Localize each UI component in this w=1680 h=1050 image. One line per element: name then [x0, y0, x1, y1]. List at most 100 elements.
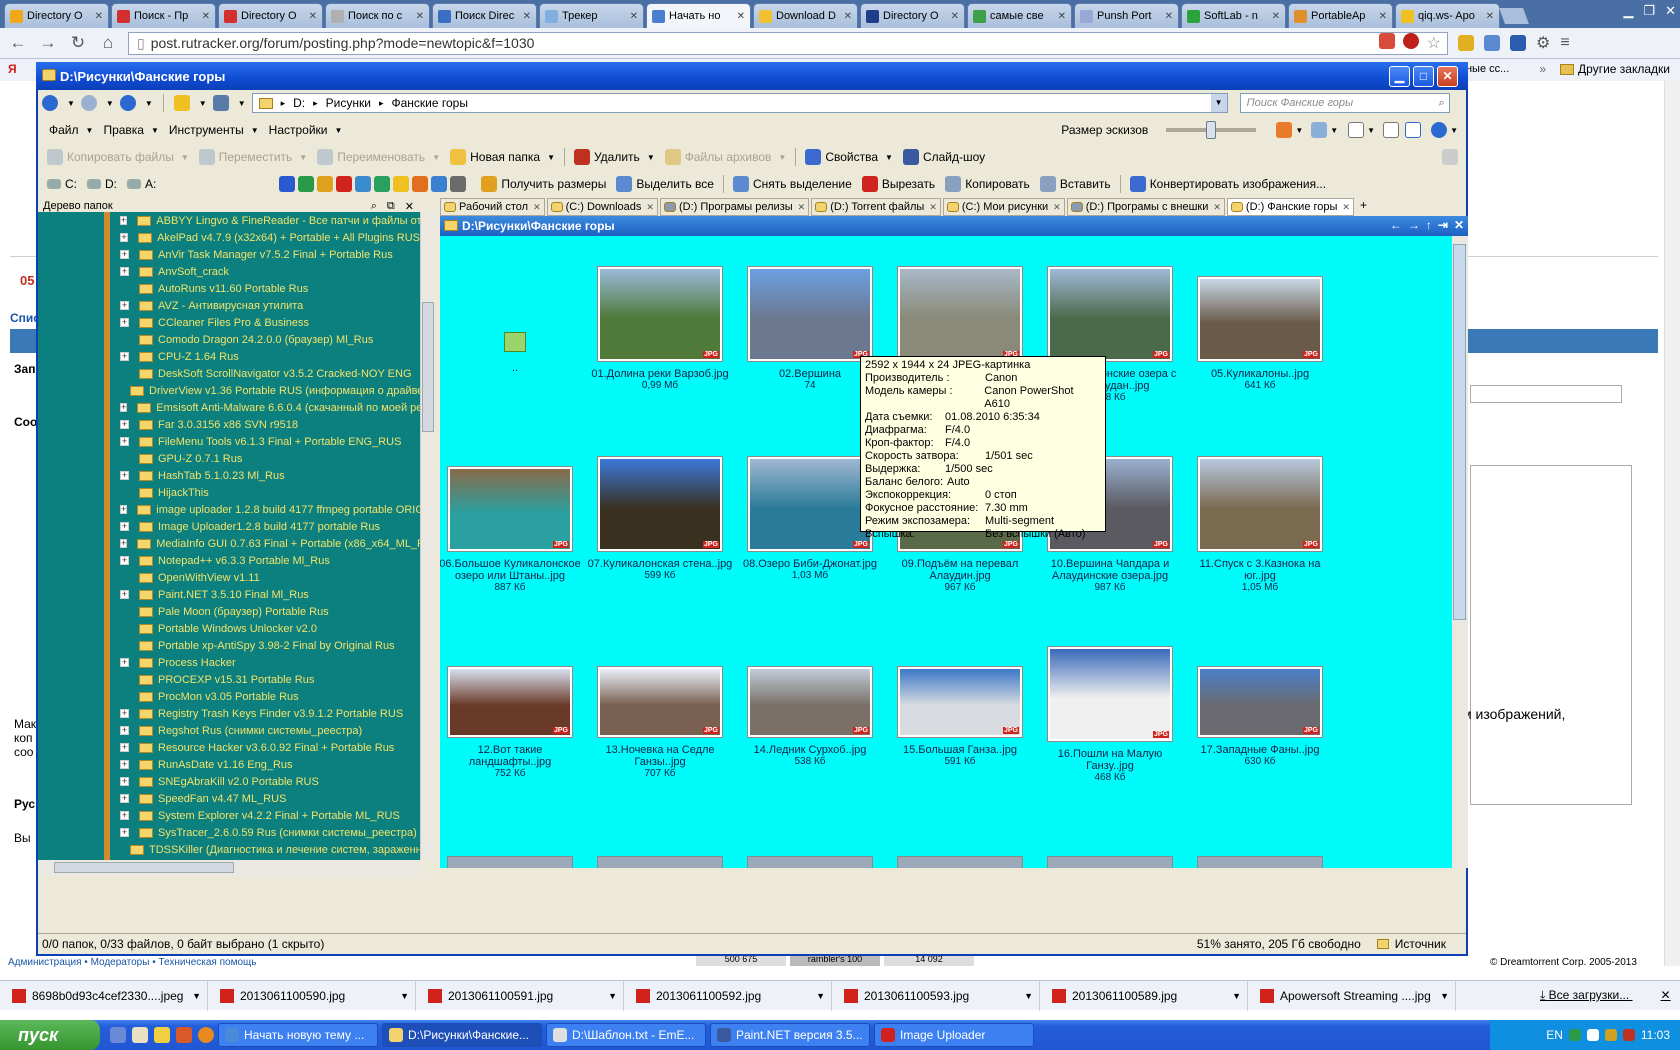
chevron-down-icon[interactable]: ▼	[1295, 126, 1303, 135]
close-icon[interactable]: ✕	[646, 202, 654, 213]
chevron-down-icon[interactable]: ▼	[432, 153, 440, 162]
forward-icon[interactable]: →	[38, 33, 58, 53]
browser-tab[interactable]: Поиск - Пр ✕	[111, 3, 216, 28]
tree-item[interactable]: + HashTab 5.1.0.23 Ml_Rus	[38, 467, 420, 484]
expand-icon[interactable]: +	[120, 522, 129, 531]
chevron-down-icon[interactable]: ▼	[778, 153, 786, 162]
tree-item[interactable]: DriverView v1.36 Portable RUS (информаци…	[38, 382, 420, 399]
partial-thumbnail[interactable]	[1047, 856, 1173, 868]
expand-icon[interactable]: +	[120, 233, 129, 242]
chevron-down-icon[interactable]: ▼	[1232, 991, 1241, 1001]
tree-item[interactable]: + Registry Trash Keys Finder v3.9.1.2 Por…	[38, 705, 420, 722]
adblock-icon[interactable]	[1402, 33, 1419, 49]
menu-edit[interactable]: Правка ▼	[98, 123, 163, 137]
tree-item[interactable]: + FileMenu Tools v6.1.3 Final + Portable …	[38, 433, 420, 450]
download-item[interactable]: 8698b0d93c4cef2330....jpeg ▼	[0, 980, 208, 1011]
favorites-star-icon[interactable]	[173, 95, 190, 111]
chevron-down-icon[interactable]: ▼	[181, 153, 189, 162]
toolbar-extra-icon[interactable]	[1442, 149, 1458, 165]
tree-item[interactable]: + Process Hacker	[38, 654, 420, 671]
folder-tab[interactable]: (C:) Мои рисунки ✕	[942, 198, 1065, 216]
close-icon[interactable]: ✕	[533, 202, 541, 213]
view-mode-icon[interactable]	[1276, 122, 1293, 138]
tree-item[interactable]: + AnvSoft_crack	[38, 263, 420, 280]
close-icon[interactable]: ✕	[1454, 218, 1464, 232]
action-button[interactable]: Конвертировать изображения...	[1125, 175, 1331, 192]
menu-icon[interactable]: ≡	[1560, 34, 1569, 52]
language-indicator[interactable]: EN	[1546, 1028, 1563, 1042]
add-tab-icon[interactable]: +	[1360, 198, 1367, 216]
chevron-down-icon[interactable]: ▼	[199, 99, 207, 108]
thumb-size-slider[interactable]	[1166, 121, 1257, 139]
quicklaunch-firefox-icon[interactable]	[198, 1027, 214, 1043]
show-all-downloads[interactable]: ⤓ Все загрузки... ✕	[1540, 988, 1671, 1003]
expand-icon[interactable]: +	[120, 318, 129, 327]
partial-thumbnail[interactable]	[747, 856, 873, 868]
arrow-up-icon[interactable]: ↑	[1426, 218, 1432, 232]
tree-item[interactable]: + CPU-Z 1.64 Rus	[38, 348, 420, 365]
chevron-down-icon[interactable]: ▼	[885, 153, 893, 162]
close-icon[interactable]: ✕	[1661, 988, 1671, 1002]
toolbar-button[interactable]: Удалить ▼	[569, 149, 660, 165]
address-bar[interactable]: ▸ D: ▸ Рисунки ▸ Фанские горы ▼	[251, 93, 1228, 113]
chevron-down-icon[interactable]: ▼	[1024, 991, 1033, 1001]
thumbnail-scrollbar[interactable]	[1452, 236, 1468, 868]
tree-item[interactable]: + Paint.NET 3.5.10 Final Ml_Rus	[38, 586, 420, 603]
action-button[interactable]: Вырезать	[857, 175, 940, 192]
arrow-left-icon[interactable]: ←	[1390, 218, 1402, 232]
partial-thumbnail[interactable]	[1197, 856, 1323, 868]
chevron-down-icon[interactable]: ▼	[1440, 991, 1449, 1001]
chevron-down-icon[interactable]: ▼	[145, 99, 153, 108]
folder-tab[interactable]: (C:) Downloads ✕	[546, 198, 658, 216]
breadcrumb-folder[interactable]: Рисунки	[326, 96, 371, 110]
tree-item[interactable]: + MediaInfo GUI 0.7.63 Final + Portable (…	[38, 535, 420, 552]
close-icon[interactable]: ✕	[929, 202, 937, 213]
expand-icon[interactable]: +	[120, 726, 129, 735]
browser-tab[interactable]: Поиск Direc ✕	[432, 3, 537, 28]
image-thumbnail[interactable]: JPG 11.Спуск с 3.Казнока на юг..jpg 1,05 М…	[1185, 456, 1335, 593]
chevron-down-icon[interactable]: ▼	[106, 99, 114, 108]
close-icon[interactable]: ✕	[1272, 11, 1280, 22]
taskbar-button[interactable]: D:\Рисунки\Фанские...	[382, 1023, 542, 1047]
address-dropdown-icon[interactable]: ▼	[1210, 94, 1227, 112]
expand-icon[interactable]: +	[120, 216, 128, 225]
tree-item[interactable]: AutoRuns v11.60 Portable Rus	[38, 280, 420, 297]
close-icon[interactable]: ✕	[309, 11, 317, 22]
close-icon[interactable]: ✕	[1665, 3, 1676, 19]
expand-icon[interactable]: +	[120, 471, 129, 480]
other-bookmarks[interactable]: » Другие закладки	[1539, 62, 1670, 76]
blocked-icon[interactable]	[1378, 33, 1395, 49]
app-launcher-icon[interactable]	[393, 175, 410, 192]
scroll-thumb[interactable]	[54, 862, 234, 873]
chevron-down-icon[interactable]: ▼	[547, 153, 555, 162]
browser-tab[interactable]: Начать но ✕	[646, 3, 751, 28]
image-thumbnail[interactable]: JPG 13.Ночевка на Седле Ганзы..jpg 707 Кб	[585, 666, 735, 779]
quicklaunch-desktop-icon[interactable]	[110, 1027, 126, 1043]
toolbar-button[interactable]: Новая папка ▼	[445, 149, 560, 165]
expand-icon[interactable]: +	[120, 760, 129, 769]
chevron-down-icon[interactable]: ▼	[192, 991, 201, 1001]
footer-links[interactable]: Администрация • Модераторы • Техническая…	[8, 957, 256, 968]
image-thumbnail[interactable]: JPG	[885, 266, 1035, 368]
taskbar-button[interactable]: Paint.NET версия 3.5...	[710, 1023, 870, 1047]
expand-icon[interactable]: +	[120, 505, 128, 514]
action-button[interactable]: Снять выделение	[728, 175, 857, 192]
expand-icon[interactable]: +	[120, 352, 129, 361]
app-launcher-icon[interactable]	[374, 175, 391, 192]
download-item[interactable]: 2013061100589.jpg ▼	[1040, 980, 1248, 1011]
back-icon[interactable]: ←	[8, 33, 28, 53]
chevron-down-icon[interactable]: ▼	[400, 991, 409, 1001]
download-item[interactable]: 2013061100593.jpg ▼	[832, 980, 1040, 1011]
image-thumbnail[interactable]: JPG 17.Западные Фаны..jpg 630 Кб	[1185, 666, 1335, 767]
expand-icon[interactable]: ⇥	[1438, 218, 1448, 232]
tree-item[interactable]: Portable Windows Unlocker v2.0	[38, 620, 420, 637]
tree-item[interactable]: ProcMon v3.05 Portable Rus	[38, 688, 420, 705]
menu-tools[interactable]: Инструменты ▼	[164, 123, 264, 137]
close-icon[interactable]: ✕	[1213, 202, 1221, 213]
close-icon[interactable]: ✕	[1058, 11, 1066, 22]
close-icon[interactable]: ✕	[844, 11, 852, 22]
close-icon[interactable]: ✕	[630, 11, 638, 22]
tree-item[interactable]: TDSSKiller (Диагностика и лечение систем…	[38, 841, 420, 858]
close-icon[interactable]: ✕	[202, 11, 210, 22]
close-icon[interactable]: ✕	[405, 200, 414, 213]
